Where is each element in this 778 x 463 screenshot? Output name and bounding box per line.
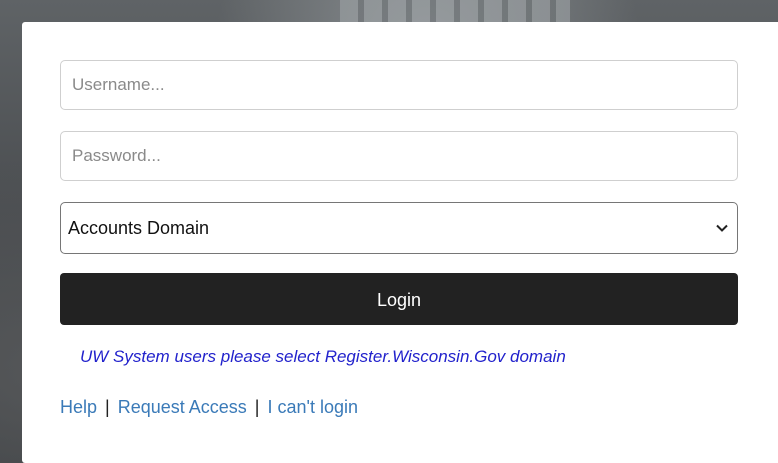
login-button[interactable]: Login	[60, 273, 738, 325]
domain-select[interactable]: Accounts Domain	[60, 202, 738, 254]
background-building	[340, 0, 570, 22]
login-card: Accounts Domain Login UW System users pl…	[22, 22, 778, 463]
link-separator: |	[254, 397, 260, 417]
username-input[interactable]	[60, 60, 738, 110]
help-links: Help | Request Access | I can't login	[60, 397, 358, 418]
help-link[interactable]: Help	[60, 397, 97, 417]
domain-select-value: Accounts Domain	[68, 218, 210, 238]
chevron-down-icon	[716, 224, 728, 232]
uw-system-note: UW System users please select Register.W…	[80, 347, 566, 366]
request-access-link[interactable]: Request Access	[118, 397, 247, 417]
cant-login-link[interactable]: I can't login	[267, 397, 358, 417]
link-separator: |	[105, 397, 110, 417]
password-input[interactable]	[60, 131, 738, 181]
